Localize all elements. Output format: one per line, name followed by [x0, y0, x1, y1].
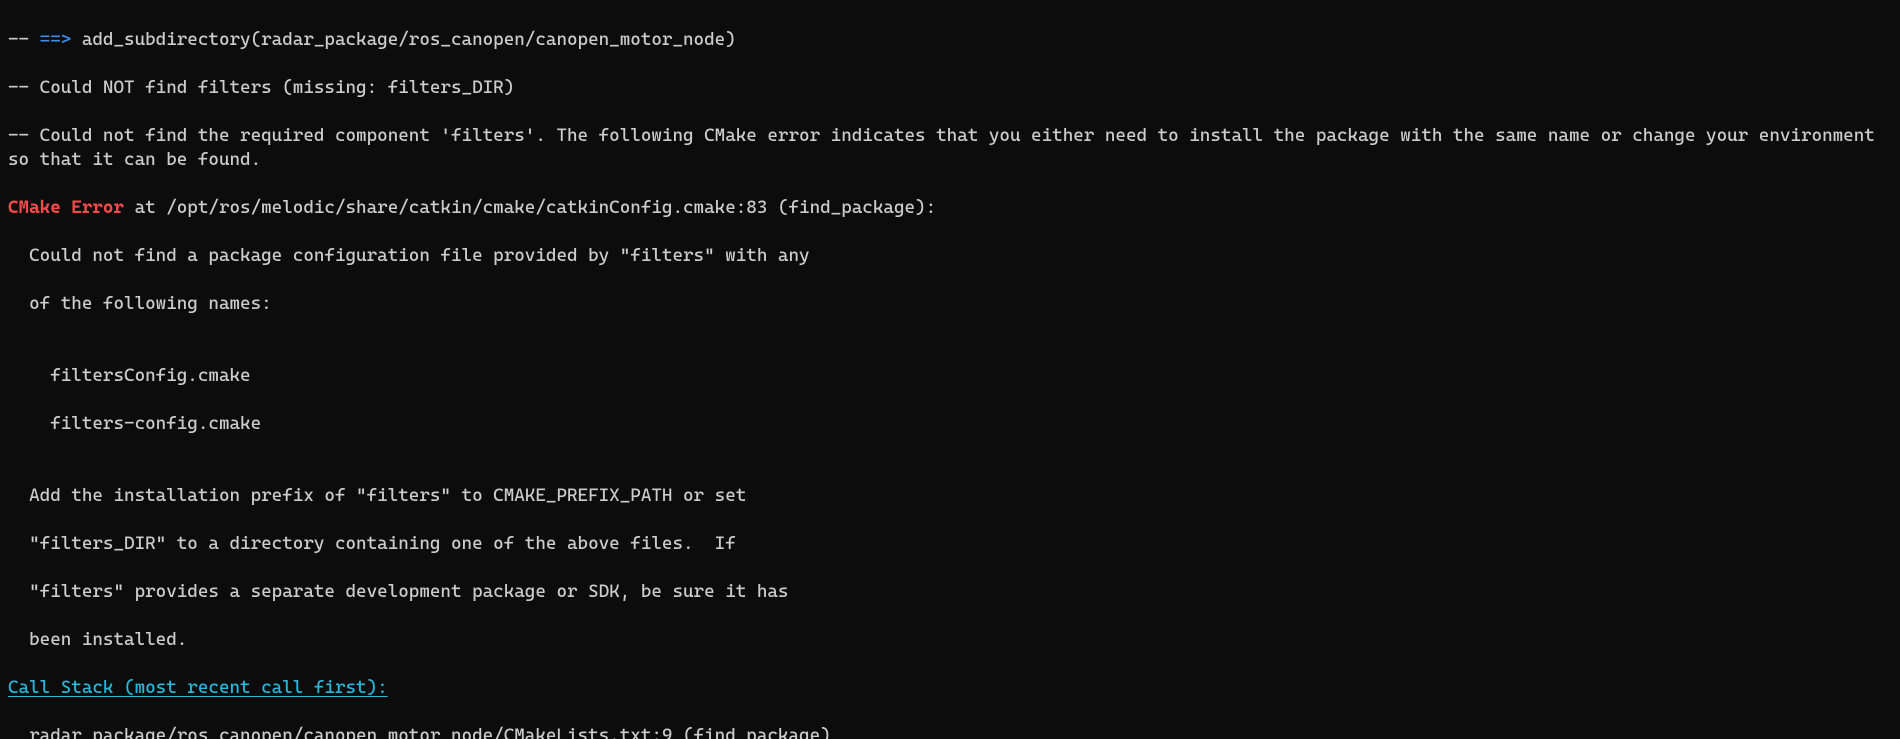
- output-line: -- Could NOT find filters (missing: filt…: [8, 76, 1892, 100]
- terminal-output[interactable]: -- ==> add_subdirectory(radar_package/ro…: [0, 0, 1900, 739]
- line-text: add_subdirectory(radar_package/ros_canop…: [71, 29, 735, 50]
- output-line: radar_package/ros_canopen/canopen_motor_…: [8, 724, 1892, 739]
- output-line: of the following names:: [8, 292, 1892, 316]
- call-stack-header: Call Stack (most recent call first):: [8, 676, 1892, 700]
- output-line: "filters_DIR" to a directory containing …: [8, 532, 1892, 556]
- output-line: Could not find a package configuration f…: [8, 244, 1892, 268]
- line-prefix: --: [8, 29, 40, 50]
- output-line: Add the installation prefix of "filters"…: [8, 484, 1892, 508]
- output-line: been installed.: [8, 628, 1892, 652]
- cmake-error-label: CMake Error: [8, 197, 124, 218]
- arrow-marker: ==>: [40, 29, 72, 50]
- call-stack-link[interactable]: Call Stack (most recent call first):: [8, 677, 388, 698]
- output-line: -- Could not find the required component…: [8, 124, 1892, 172]
- output-line: filters-config.cmake: [8, 412, 1892, 436]
- output-line: "filters" provides a separate developmen…: [8, 580, 1892, 604]
- output-line: CMake Error at /opt/ros/melodic/share/ca…: [8, 196, 1892, 220]
- output-line: -- ==> add_subdirectory(radar_package/ro…: [8, 28, 1892, 52]
- line-text: at /opt/ros/melodic/share/catkin/cmake/c…: [124, 197, 936, 218]
- output-line: filtersConfig.cmake: [8, 364, 1892, 388]
